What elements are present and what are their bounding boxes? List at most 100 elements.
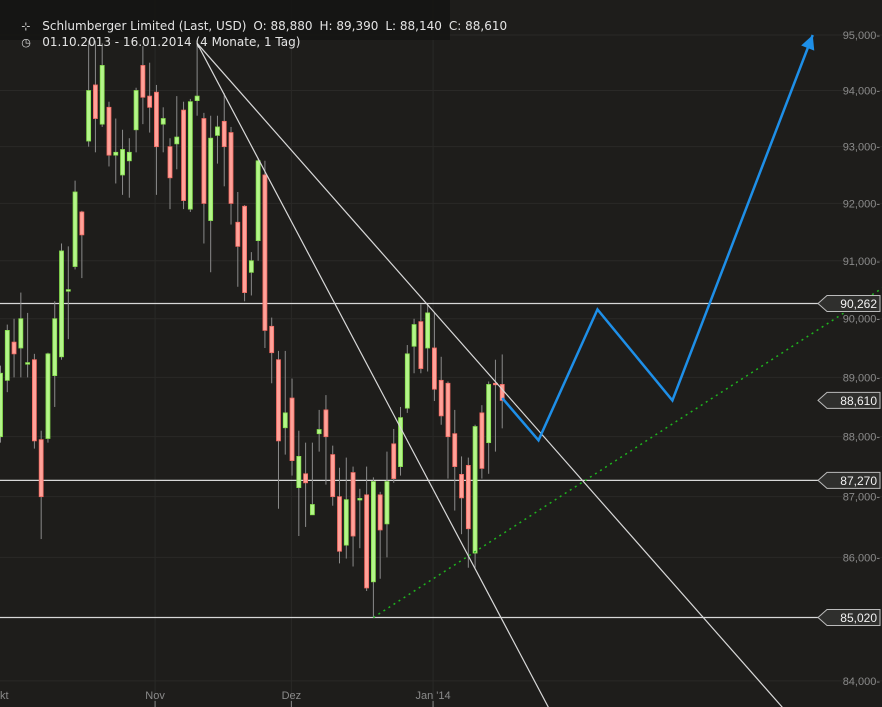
- candle-up: [187, 101, 193, 210]
- candle-up: [99, 65, 105, 125]
- candle-up: [404, 353, 410, 409]
- clock-icon: ◷: [21, 36, 31, 49]
- candle-down: [303, 473, 309, 484]
- candle-down: [242, 205, 247, 293]
- price-tag-label: 87,270: [840, 474, 877, 488]
- y-tick-label: 93,000-: [843, 142, 881, 154]
- candle-down: [330, 454, 336, 498]
- candle-down: [452, 433, 458, 467]
- candle-up: [65, 289, 71, 292]
- candle-down: [154, 91, 159, 148]
- candle-down: [167, 146, 173, 179]
- candle-up: [113, 151, 119, 156]
- candle-up: [384, 481, 390, 525]
- candle-up: [248, 260, 254, 273]
- candle-down: [11, 341, 17, 355]
- candle-up: [45, 353, 51, 439]
- candle-down: [79, 211, 85, 236]
- candle-up: [425, 312, 431, 349]
- low-value: L: 88,140: [385, 19, 442, 33]
- candle-up: [72, 191, 78, 267]
- candle-down: [377, 494, 383, 531]
- price-tags: 90,262 87,270 85,020 88,610: [817, 294, 881, 626]
- candle-down: [289, 397, 295, 461]
- support-trendline-dotted: [372, 287, 882, 619]
- date-range: 01.10.2013 - 16.01.2014 (4 Monate, 1 Tag…: [42, 35, 301, 49]
- candle-down: [445, 382, 451, 438]
- x-tick-label: Nov: [145, 690, 165, 702]
- price-tag-label: 85,020: [840, 611, 877, 625]
- projection-path: [501, 34, 814, 443]
- chart-header: ⊹ Schlumberger Limited (Last, USD) O: 88,8…: [0, 0, 507, 49]
- candle-down: [147, 95, 153, 108]
- candle-up: [18, 318, 24, 349]
- candle-down: [38, 439, 44, 498]
- candle-up: [343, 499, 349, 546]
- trendlines: [196, 34, 882, 707]
- candle-down: [181, 109, 186, 201]
- candle-down: [235, 221, 241, 247]
- candle-down: [32, 359, 37, 442]
- candle-up: [357, 498, 363, 501]
- price-tag-label: 90,262: [840, 297, 877, 311]
- y-tick-label: 87,000-: [843, 492, 881, 504]
- y-tick-label: 91,000-: [843, 256, 881, 268]
- candle-down: [459, 473, 464, 499]
- candle-down: [432, 347, 437, 390]
- y-tick-label: 89,000-: [843, 372, 881, 384]
- candle-down: [221, 120, 227, 148]
- candle-up: [411, 324, 417, 347]
- candle-up: [160, 118, 166, 125]
- candle-up: [4, 330, 10, 381]
- candle-up: [296, 455, 302, 489]
- x-tick-label: Jan '14: [415, 690, 450, 702]
- candle-down: [269, 325, 275, 354]
- candle-up: [0, 372, 3, 438]
- candle-up: [25, 362, 31, 365]
- grid: [0, 0, 882, 707]
- candle-up: [174, 136, 180, 145]
- y-tick-label: 95,000-: [843, 30, 881, 42]
- candle-up: [370, 481, 376, 583]
- candle-down: [364, 494, 370, 589]
- candle-up: [86, 90, 92, 142]
- candle-up: [316, 429, 322, 435]
- candle-down: [418, 321, 424, 369]
- candle-down: [201, 118, 207, 204]
- close-value: C: 88,610: [448, 19, 508, 33]
- candle-down: [465, 464, 471, 530]
- candle-up: [282, 412, 288, 429]
- candle-down: [93, 84, 98, 119]
- candle-up: [255, 160, 261, 242]
- candle-up: [472, 426, 478, 554]
- y-tick-label: 92,000-: [843, 198, 881, 210]
- candle-down: [391, 443, 397, 479]
- candle-up: [486, 384, 492, 444]
- x-tick-label: kt: [0, 690, 9, 702]
- candle-down: [323, 409, 329, 438]
- candle-down: [140, 65, 146, 98]
- candle-up: [133, 90, 139, 131]
- candle-up: [126, 151, 132, 162]
- candle-down: [262, 174, 268, 331]
- candle-down: [479, 412, 485, 469]
- price-tag-label: 88,610: [840, 394, 877, 408]
- candle-up: [215, 126, 220, 136]
- horizontal-levels: [0, 302, 826, 619]
- candle-down: [106, 106, 112, 156]
- y-tick-label: 88,000-: [843, 432, 881, 444]
- y-axis: 95,000- 94,000- 93,000- 92,000- 91,000- 90,00…: [843, 30, 881, 688]
- y-tick-label: 90,000-: [843, 314, 881, 326]
- x-axis: kt Nov Dez Jan '14: [0, 690, 451, 707]
- candle-down: [276, 359, 281, 442]
- candle-down: [228, 132, 234, 204]
- candle-up: [194, 95, 200, 101]
- candle-up: [208, 137, 214, 221]
- candlestick-chart: 95,000- 94,000- 93,000- 92,000- 91,000- 90,00…: [0, 0, 882, 707]
- candle-up: [52, 318, 58, 377]
- candle-down: [438, 379, 444, 417]
- candles: [0, 40, 505, 618]
- y-tick-label: 94,000-: [843, 86, 881, 98]
- candle-up: [59, 250, 64, 358]
- candle-up: [120, 149, 125, 176]
